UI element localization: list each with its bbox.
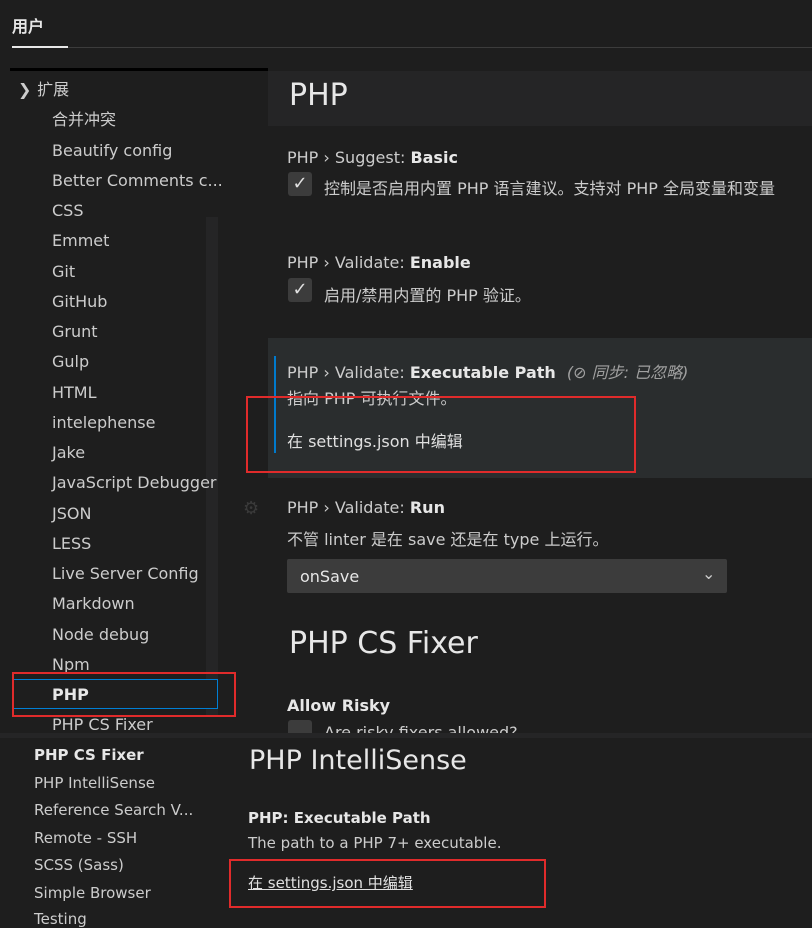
toc-item[interactable]: Reference Search V... <box>34 801 193 819</box>
select-value: onSave <box>300 567 360 586</box>
toc-item[interactable]: CSS <box>52 201 83 221</box>
tab-active-underline <box>12 46 68 48</box>
section-title-intellisense: PHP IntelliSense <box>249 745 467 776</box>
toc-item[interactable]: Grunt <box>52 322 98 342</box>
suggest-basic-checkbox[interactable]: ✓ <box>288 172 312 196</box>
setting-desc: 不管 linter 是在 save 还是在 type 上运行。 <box>287 530 609 549</box>
toc-item[interactable]: GitHub <box>52 292 107 312</box>
setting-title-suggest-basic: PHP › Suggest: Basic <box>287 148 458 167</box>
highlight-box <box>12 672 236 717</box>
section-title-phpcs: PHP CS Fixer <box>289 626 478 661</box>
setting-title-validate-path: PHP › Validate: Executable Path (⊘ 同步: 已… <box>287 359 688 383</box>
highlight-box <box>229 859 546 908</box>
toc-item[interactable]: Simple Browser <box>34 884 151 902</box>
setting-prefix: PHP › Validate: <box>287 498 410 517</box>
toc-item[interactable]: JSON <box>52 504 91 524</box>
toc-scrollbar[interactable] <box>206 217 218 717</box>
section-header-bar <box>268 71 812 126</box>
highlight-box <box>246 396 636 473</box>
setting-name: Run <box>409 498 445 517</box>
tab-user[interactable]: 用户 <box>12 14 68 48</box>
setting-title-validate-run: PHP › Validate: Run <box>287 498 445 517</box>
chevron-right-icon: ❯ <box>18 80 32 99</box>
chevron-down-icon: ⌄ <box>702 564 716 583</box>
setting-name: Allow Risky <box>287 696 391 715</box>
toc-item[interactable]: JavaScript Debugger <box>52 473 216 493</box>
toc-item[interactable]: Better Comments c... <box>52 171 223 191</box>
setting-title-allow-risky: Allow Risky <box>287 696 390 715</box>
toc-top-border <box>10 68 268 71</box>
toc-item[interactable]: Live Server Config <box>52 564 199 584</box>
setting-prefix: PHP › Suggest: <box>287 148 411 167</box>
toc-item[interactable]: LESS <box>52 534 91 554</box>
toc-item[interactable]: Jake <box>52 443 85 463</box>
setting-desc: 启用/禁用内置的 PHP 验证。 <box>324 286 531 305</box>
eye-slash-icon: ⊘ <box>573 363 587 382</box>
toc-item[interactable]: Git <box>52 262 75 282</box>
toc-item[interactable]: Testing <box>34 910 87 928</box>
toc-item[interactable]: Remote - SSH <box>34 829 137 847</box>
top-tabbar <box>0 0 812 68</box>
toc-item-selected[interactable]: PHP CS Fixer <box>34 746 144 764</box>
toc-item[interactable]: PHP CS Fixer <box>52 715 153 735</box>
sync-ignored-note: (⊘ 同步: 已忽略) <box>566 363 689 382</box>
tabbar-divider <box>68 47 812 48</box>
setting-title-validate-enable: PHP › Validate: Enable <box>287 253 471 272</box>
setting-prefix: PHP › Validate: <box>287 253 410 272</box>
toc-item[interactable]: Markdown <box>52 594 135 614</box>
setting-prefix: PHP › Validate: <box>287 363 410 382</box>
toc-item[interactable]: intelephense <box>52 413 155 433</box>
section-title-php: PHP <box>289 78 348 113</box>
gear-icon[interactable]: ⚙ <box>243 498 259 519</box>
toc-item[interactable]: Beautify config <box>52 141 172 161</box>
sync-note-text: 同步: 已忽略 <box>591 363 683 382</box>
toc-item[interactable]: Gulp <box>52 352 89 372</box>
setting-name: PHP: Executable Path <box>248 809 431 827</box>
check-icon: ✓ <box>292 173 308 194</box>
toc-group-label: 扩展 <box>37 80 70 99</box>
validate-enable-checkbox[interactable]: ✓ <box>288 278 312 302</box>
toc-item[interactable]: SCSS (Sass) <box>34 856 124 874</box>
setting-name: Enable <box>409 253 471 272</box>
check-icon: ✓ <box>292 279 308 300</box>
setting-desc: 控制是否启用内置 PHP 语言建议。支持对 PHP 全局变量和变量 <box>324 179 776 198</box>
setting-desc: The path to a PHP 7+ executable. <box>248 834 502 852</box>
toc-item[interactable]: Emmet <box>52 231 109 251</box>
toc-item[interactable]: PHP IntelliSense <box>34 774 155 792</box>
toc-item[interactable]: HTML <box>52 383 97 403</box>
toc-group-extensions[interactable]: ❯ 扩展 <box>18 80 69 100</box>
toc-item[interactable]: Node debug <box>52 625 149 645</box>
toc-item[interactable]: 合并冲突 <box>52 110 116 130</box>
setting-title-php-executable-path: PHP: Executable Path <box>248 809 431 827</box>
setting-name: Basic <box>410 148 458 167</box>
setting-name: Executable Path <box>409 363 556 382</box>
